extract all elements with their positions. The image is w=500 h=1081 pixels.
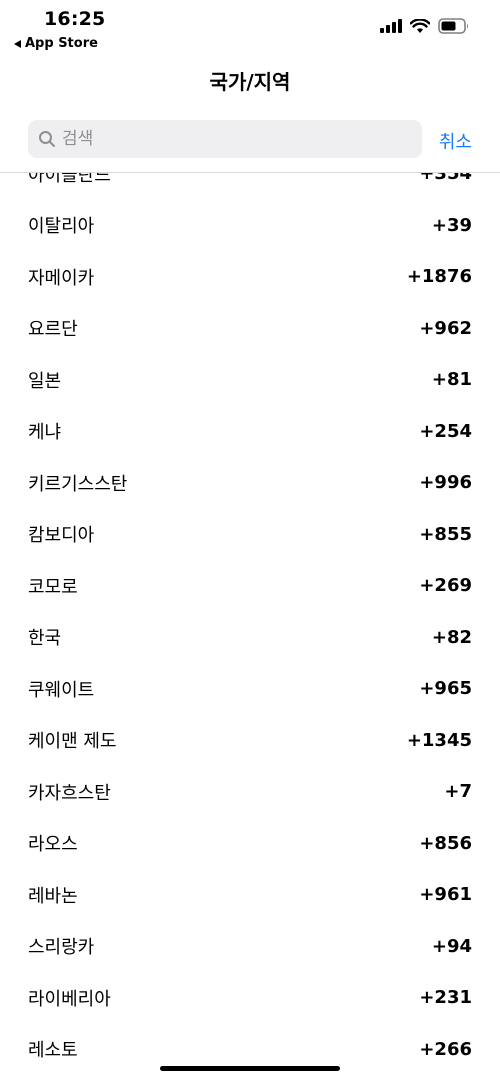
country-dial-code: +1876 bbox=[406, 266, 472, 288]
country-name: 레소토 bbox=[28, 1040, 78, 1062]
country-name: 레바논 bbox=[28, 885, 78, 907]
status-icons bbox=[380, 18, 470, 34]
country-row[interactable]: 요르단 +962 bbox=[0, 303, 500, 355]
cancel-button[interactable]: 취소 bbox=[439, 128, 472, 154]
country-name: 요르단 bbox=[28, 319, 78, 341]
back-to-app-store-link[interactable]: App Store bbox=[14, 36, 98, 51]
country-dial-code: +254 bbox=[419, 420, 472, 442]
country-dial-code: +961 bbox=[419, 884, 472, 906]
country-row[interactable]: 한국 +82 bbox=[0, 612, 500, 664]
country-dial-code: +82 bbox=[431, 626, 472, 648]
country-dial-code: +855 bbox=[419, 523, 472, 545]
country-row[interactable]: 캄보디아 +855 bbox=[0, 509, 500, 561]
country-dial-code: +266 bbox=[419, 1038, 472, 1060]
page-title: 국가/지역 bbox=[209, 70, 291, 94]
country-row[interactable]: 아이슬란드 +354 bbox=[0, 173, 500, 200]
country-name: 한국 bbox=[28, 628, 62, 650]
cellular-signal-icon bbox=[380, 19, 402, 33]
country-row[interactable]: 라이베리아 +231 bbox=[0, 972, 500, 1024]
country-dial-code: +962 bbox=[419, 317, 472, 339]
country-row[interactable]: 코모로 +269 bbox=[0, 560, 500, 612]
country-list[interactable]: 아이슬란드 +354 이탈리아 +39 자메이카 +1876 요르단 +962 일본 +81 케냐 +… bbox=[0, 173, 500, 1081]
back-app-label: App Store bbox=[25, 36, 98, 51]
country-row[interactable]: 카자흐스탄 +7 bbox=[0, 766, 500, 818]
country-row[interactable]: 일본 +81 bbox=[0, 354, 500, 406]
country-row[interactable]: 케이맨 제도 +1345 bbox=[0, 715, 500, 767]
country-name: 쿠웨이트 bbox=[28, 679, 95, 701]
country-row[interactable]: 키르기스스탄 +996 bbox=[0, 457, 500, 509]
country-row[interactable]: 레바논 +961 bbox=[0, 869, 500, 921]
country-name: 코모로 bbox=[28, 576, 78, 598]
country-name: 케냐 bbox=[28, 422, 62, 444]
country-name: 케이맨 제도 bbox=[28, 731, 117, 753]
search-bar[interactable] bbox=[28, 120, 422, 158]
status-time: 16:25 bbox=[44, 8, 106, 30]
country-name: 이탈리아 bbox=[28, 216, 95, 238]
country-name: 라오스 bbox=[28, 834, 78, 856]
country-dial-code: +94 bbox=[431, 935, 472, 957]
country-name: 키르기스스탄 bbox=[28, 473, 128, 495]
wifi-icon bbox=[410, 18, 430, 33]
country-row[interactable]: 스리랑카 +94 bbox=[0, 921, 500, 973]
country-name: 일본 bbox=[28, 370, 62, 392]
country-row[interactable]: 쿠웨이트 +965 bbox=[0, 663, 500, 715]
country-dial-code: +269 bbox=[419, 575, 472, 597]
country-row[interactable]: 자메이카 +1876 bbox=[0, 251, 500, 303]
country-name: 카자흐스탄 bbox=[28, 782, 111, 804]
country-name: 라이베리아 bbox=[28, 988, 111, 1010]
country-dial-code: +7 bbox=[444, 781, 472, 803]
home-indicator bbox=[160, 1066, 340, 1071]
country-dial-code: +39 bbox=[431, 214, 472, 236]
country-name: 자메이카 bbox=[28, 267, 95, 289]
status-bar: 16:25 App Store bbox=[0, 0, 500, 56]
country-row[interactable]: 이탈리아 +39 bbox=[0, 200, 500, 252]
country-row[interactable]: 케냐 +254 bbox=[0, 406, 500, 458]
country-name: 아이슬란드 bbox=[28, 173, 111, 186]
country-name: 캄보디아 bbox=[28, 525, 95, 547]
country-dial-code: +81 bbox=[431, 369, 472, 391]
country-dial-code: +996 bbox=[419, 472, 472, 494]
country-dial-code: +354 bbox=[419, 173, 472, 185]
country-dial-code: +856 bbox=[419, 832, 472, 854]
search-icon bbox=[39, 131, 55, 147]
country-name: 스리랑카 bbox=[28, 937, 95, 959]
country-dial-code: +1345 bbox=[406, 729, 472, 751]
search-input[interactable] bbox=[60, 128, 404, 150]
back-triangle-icon bbox=[14, 39, 21, 48]
battery-icon bbox=[438, 18, 468, 34]
country-dial-code: +231 bbox=[419, 987, 472, 1009]
country-row[interactable]: 라오스 +856 bbox=[0, 818, 500, 870]
country-dial-code: +965 bbox=[419, 678, 472, 700]
